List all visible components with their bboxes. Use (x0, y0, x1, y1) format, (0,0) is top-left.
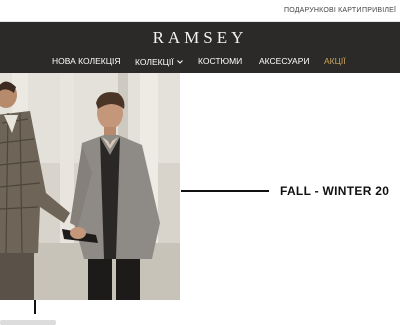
privileges-link[interactable]: ПРИВІЛЕЇ (362, 7, 396, 14)
nav-item-new-collection[interactable]: НОВА КОЛЕКЦІЯ (52, 56, 121, 66)
nav-item-collections-label: КОЛЕКЦІЇ (135, 57, 174, 67)
nav-item-suits[interactable]: КОСТЮМИ (198, 56, 242, 66)
scroll-hint-bar (0, 320, 56, 325)
headline-divider-line (181, 190, 269, 192)
vertical-accent-line (34, 300, 36, 314)
hero-headline: FALL - WINTER 20 (280, 184, 390, 198)
hero-photo[interactable] (0, 73, 180, 300)
gift-cards-link[interactable]: ПОДАРУНКОВІ КАРТИ (284, 7, 362, 14)
nav-item-accessories[interactable]: АКСЕСУАРИ (259, 56, 309, 66)
main-navigation: НОВА КОЛЕКЦІЯ КОЛЕКЦІЇ КОСТЮМИ АКСЕСУАРИ… (0, 56, 400, 70)
brand-logo[interactable]: RAMSEY (0, 28, 400, 48)
nav-item-collections[interactable]: КОЛЕКЦІЇ (135, 56, 183, 67)
chevron-down-icon (176, 56, 183, 66)
nav-item-sale[interactable]: АКЦІЇ (324, 56, 346, 66)
hero-photo-illustration (0, 73, 180, 300)
main-header: RAMSEY НОВА КОЛЕКЦІЯ КОЛЕКЦІЇ КОСТЮМИ АК… (0, 22, 400, 73)
top-utility-bar: ПОДАРУНКОВІ КАРТИ ПРИВІЛЕЇ (0, 0, 400, 22)
